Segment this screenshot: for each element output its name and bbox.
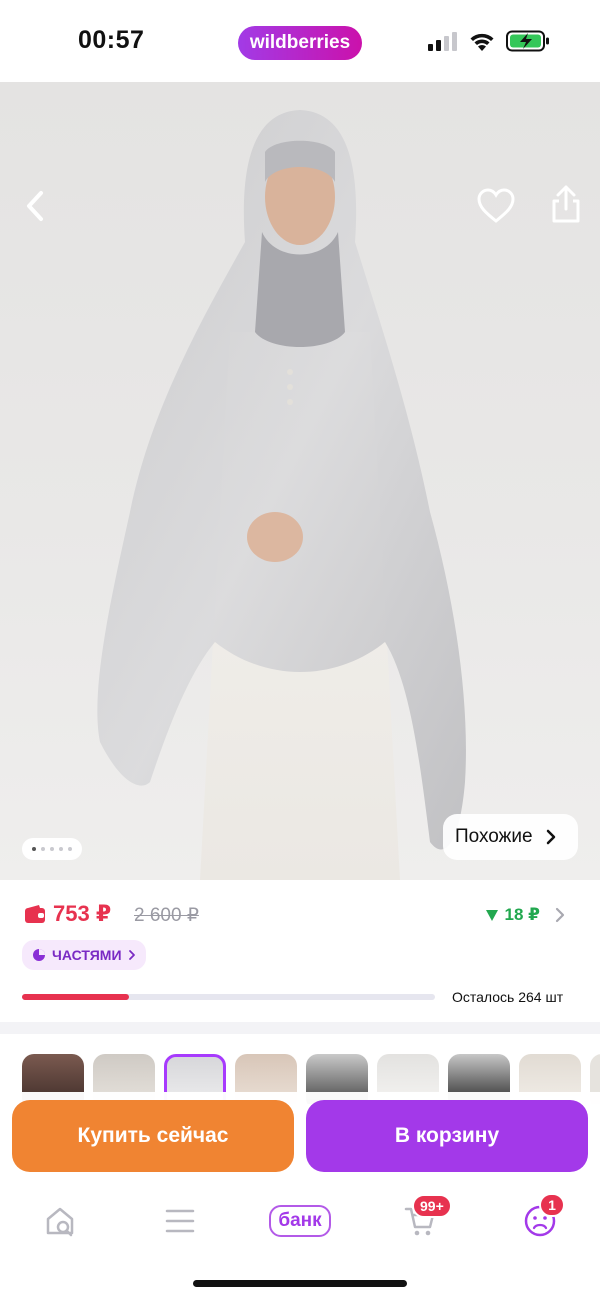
product-photo[interactable]: Похожие (0, 82, 600, 880)
cashback-amount: 18 ₽ (504, 905, 540, 924)
gallery-dot (59, 847, 63, 851)
similar-label: Похожие (455, 826, 533, 847)
tab-home[interactable] (30, 1196, 90, 1246)
chevron-left-icon (27, 191, 43, 221)
installments-label: ЧАСТЯМИ (52, 947, 122, 963)
add-to-cart-button[interactable]: В корзину (306, 1100, 588, 1172)
similar-button[interactable]: Похожие (443, 814, 578, 860)
stock-remaining: Осталось 264 шт (452, 989, 564, 1005)
home-search-icon (46, 1207, 74, 1237)
price-section: 753 ₽ 2 600 ₽ 18 ₽ ЧАСТЯМИ Осталось 264 … (0, 880, 600, 1022)
gallery-dot (41, 847, 45, 851)
brand-logo: wildberries (238, 26, 362, 60)
arrow-down-icon (485, 909, 498, 921)
bank-label: банк (269, 1205, 331, 1237)
status-icons (428, 28, 550, 54)
share-icon (552, 185, 580, 223)
installments-badge[interactable]: ЧАСТЯМИ (22, 940, 146, 970)
cashback-button[interactable]: 18 ₽ (485, 905, 566, 925)
action-bar: Купить сейчас В корзину (0, 1092, 600, 1182)
chevron-right-icon (555, 907, 565, 923)
back-button[interactable] (14, 184, 58, 233)
status-bar: 00:57 wildberries (0, 0, 600, 82)
chevron-right-icon (546, 829, 555, 845)
gallery-pagination (22, 838, 82, 860)
menu-icon (165, 1209, 195, 1233)
chevron-right-icon (128, 950, 135, 960)
favorite-button[interactable] (474, 184, 518, 233)
home-indicator (193, 1280, 407, 1287)
current-price: 753 ₽ (53, 901, 112, 926)
tab-bank[interactable]: банк (262, 1196, 338, 1246)
wallet-icon (25, 905, 45, 923)
profile-badge: 1 (539, 1193, 565, 1217)
signal-icon (428, 32, 457, 51)
stock-progress-fill (22, 994, 130, 1000)
section-divider (0, 1022, 600, 1034)
gallery-dot (50, 847, 54, 851)
buy-now-button[interactable]: Купить сейчас (12, 1100, 294, 1172)
pie-chart-icon (33, 949, 45, 961)
gallery-dot (32, 847, 36, 851)
cart-badge: 99+ (412, 1194, 452, 1218)
heart-icon (477, 188, 515, 223)
battery-charging-icon (506, 30, 549, 52)
share-button[interactable] (544, 182, 588, 231)
wifi-icon (470, 33, 494, 51)
stock-progress (22, 994, 435, 1000)
status-time: 00:57 (78, 26, 145, 54)
gallery-dot (68, 847, 72, 851)
old-price: 2 600 ₽ (134, 905, 199, 926)
tab-catalog[interactable] (150, 1196, 210, 1246)
